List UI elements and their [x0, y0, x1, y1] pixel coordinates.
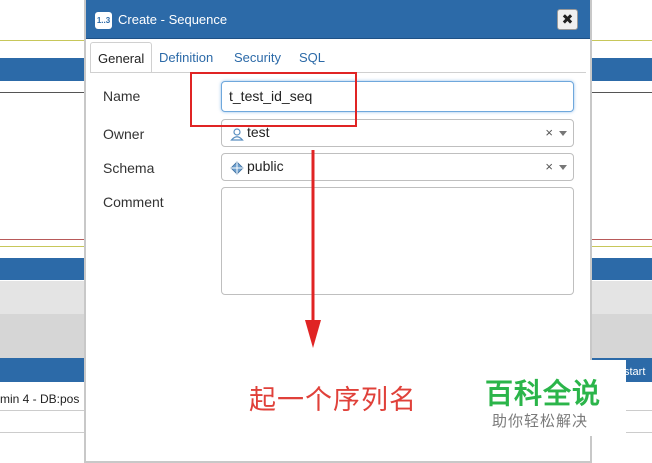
schema-icon: [230, 161, 244, 175]
user-icon: [230, 128, 244, 141]
tab-security[interactable]: Security: [227, 42, 288, 72]
tab-general[interactable]: General: [90, 42, 153, 72]
owner-label: Owner: [103, 126, 145, 142]
tab-definition[interactable]: Definition: [152, 42, 220, 72]
dialog-titlebar[interactable]: 1..3 Create - Sequence ✖: [86, 0, 590, 39]
arrow-down-icon: [305, 150, 321, 348]
name-label: Name: [103, 88, 141, 104]
owner-clear-button[interactable]: ×: [545, 125, 553, 140]
tab-sql[interactable]: SQL: [292, 42, 332, 72]
schema-select[interactable]: public ×: [221, 153, 574, 181]
annotation-caption: 起一个序列名: [249, 385, 417, 416]
comment-textarea[interactable]: [221, 187, 574, 295]
comment-label: Comment: [103, 194, 164, 210]
schema-label: Schema: [103, 160, 155, 176]
watermark: 百科全说 助你轻松解决: [480, 360, 626, 436]
dialog-title: Create - Sequence: [118, 12, 228, 27]
watermark-title: 百科全说: [485, 378, 602, 409]
bg-status-text: min 4 - DB:pos: [0, 392, 80, 406]
bg-right-label: start: [624, 366, 646, 378]
watermark-subtitle: 助你轻松解决: [492, 413, 589, 430]
sequence-icon: 1..3: [95, 12, 112, 29]
highlight-box: [190, 72, 357, 127]
chevron-down-icon[interactable]: [559, 131, 567, 136]
schema-value: public: [247, 158, 284, 174]
chevron-down-icon[interactable]: [559, 165, 567, 170]
close-button[interactable]: ✖: [557, 9, 578, 30]
schema-clear-button[interactable]: ×: [545, 159, 553, 174]
